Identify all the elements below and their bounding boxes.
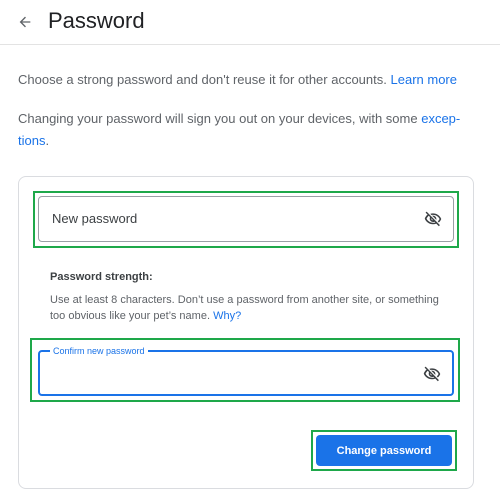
info-strong-password-text: Choose a strong password and don't reuse… [18, 72, 387, 87]
page-header: Password [0, 0, 500, 45]
learn-more-link[interactable]: Learn more [391, 72, 457, 87]
arrow-back-icon [19, 16, 31, 28]
info-sign-out: Changing your password will sign you out… [18, 108, 478, 152]
info-period: . [45, 133, 50, 148]
page-title: Password [48, 8, 145, 33]
eye-off-icon [423, 366, 441, 382]
new-password-field[interactable]: New password [38, 196, 454, 242]
new-password-placeholder: New password [52, 211, 138, 226]
password-strength-title: Password strength: [50, 271, 153, 283]
back-button[interactable] [12, 9, 38, 35]
exceptions-link-cont[interactable]: tions [18, 133, 45, 148]
password-strength-hint: Use at least 8 characters. Don’t use a p… [50, 292, 450, 324]
eye-off-icon [424, 211, 442, 227]
password-page: Password Choose a strong password and do… [0, 0, 500, 499]
info-strong-password: Choose a strong password and don't reuse… [18, 69, 478, 91]
confirm-password-label: Confirm new password [50, 345, 148, 357]
change-password-button[interactable]: Change password [316, 435, 452, 466]
toggle-new-password-visibility[interactable] [422, 209, 444, 229]
password-strength-hint-text: Use at least 8 characters. Don’t use a p… [50, 294, 439, 322]
confirm-password-field[interactable]: Confirm new password [38, 345, 454, 396]
exceptions-link[interactable]: excep- [421, 111, 460, 126]
toggle-confirm-password-visibility[interactable] [421, 364, 443, 384]
info-sign-out-text: Changing your password will sign you out… [18, 111, 418, 126]
why-link[interactable]: Why? [213, 310, 241, 322]
